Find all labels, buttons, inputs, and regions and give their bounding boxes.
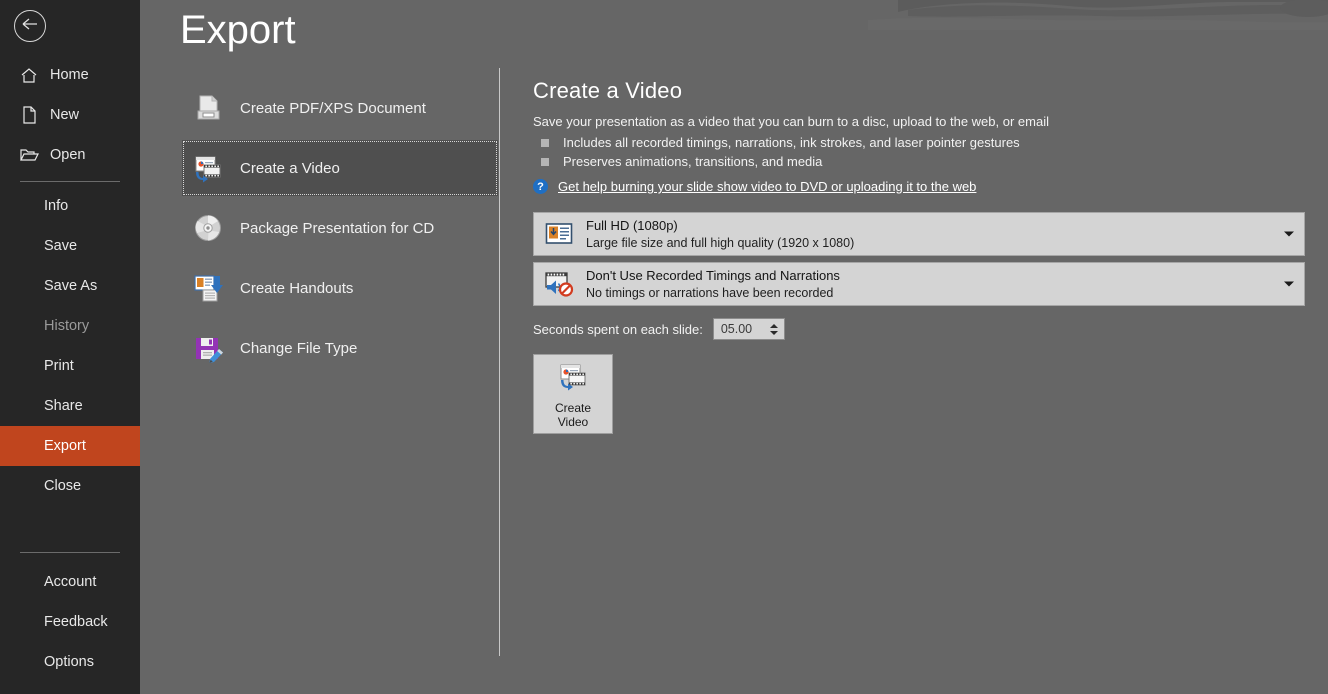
sidebar-item-label: Home xyxy=(50,67,89,83)
export-option-create-pdf-xps[interactable]: Create PDF/XPS Document xyxy=(182,80,498,136)
video-quality-dropdown[interactable]: Full HD (1080p) Large file size and full… xyxy=(533,212,1305,256)
create-video-button[interactable]: Create Video xyxy=(533,354,613,434)
sidebar-item-info[interactable]: Info xyxy=(0,186,140,226)
export-option-package-for-cd[interactable]: Package Presentation for CD xyxy=(182,200,498,256)
recorded-timings-primary: Don't Use Recorded Timings and Narration… xyxy=(586,267,840,283)
home-icon xyxy=(18,65,40,85)
create-video-button-line1: Create xyxy=(554,400,592,415)
chevron-down-icon[interactable] xyxy=(1284,281,1294,287)
sidebar-item-home[interactable]: Home xyxy=(0,55,140,95)
export-option-label: Package Presentation for CD xyxy=(240,219,435,237)
create-video-pane: Create a Video Save your presentation as… xyxy=(533,78,1313,434)
sidebar-item-print[interactable]: Print xyxy=(0,346,140,386)
back-arrow-icon xyxy=(21,17,39,36)
seconds-per-slide-label: Seconds spent on each slide: xyxy=(533,321,703,337)
spinner-up-icon[interactable] xyxy=(769,323,778,328)
change-file-type-icon xyxy=(190,330,226,366)
nav-primary-group: Home New Open xyxy=(0,55,140,175)
export-option-label: Change File Type xyxy=(240,339,358,357)
open-folder-icon xyxy=(18,145,40,165)
sidebar-item-options[interactable]: Options xyxy=(0,642,140,682)
nav-account-group: Account Feedback Options xyxy=(0,562,140,682)
sidebar-item-label: Export xyxy=(44,438,86,454)
feature-bullet-text: Preserves animations, transitions, and m… xyxy=(563,154,823,169)
bullet-square-icon xyxy=(541,158,549,166)
pdf-document-icon xyxy=(190,90,226,126)
export-option-create-handouts[interactable]: Create Handouts xyxy=(182,260,498,316)
seconds-per-slide-row: Seconds spent on each slide: 05.00 xyxy=(533,318,1313,340)
pane-divider xyxy=(499,68,500,656)
sidebar-item-label: Open xyxy=(50,147,86,163)
export-option-label: Create Handouts xyxy=(240,279,354,297)
sidebar-item-export[interactable]: Export xyxy=(0,426,140,466)
sidebar-item-label: History xyxy=(44,318,90,334)
export-option-change-file-type[interactable]: Change File Type xyxy=(182,320,498,376)
seconds-per-slide-stepper[interactable]: 05.00 xyxy=(712,318,785,340)
recorded-timings-dropdown[interactable]: Don't Use Recorded Timings and Narration… xyxy=(533,262,1305,306)
chevron-down-icon[interactable] xyxy=(1284,231,1294,237)
sidebar-item-account[interactable]: Account xyxy=(0,562,140,602)
create-video-icon xyxy=(556,360,590,397)
feature-bullet: Includes all recorded timings, narration… xyxy=(533,135,1313,150)
export-option-create-a-video[interactable]: Create a Video xyxy=(182,140,498,196)
nav-divider-top xyxy=(20,181,120,182)
export-option-label: Create a Video xyxy=(240,159,340,177)
feature-bullet: Preserves animations, transitions, and m… xyxy=(533,154,1313,169)
video-quality-icon xyxy=(544,219,574,249)
feature-bullet-text: Includes all recorded timings, narration… xyxy=(563,135,1020,150)
sidebar-item-history[interactable]: History xyxy=(0,306,140,346)
decorative-brush-band xyxy=(868,0,1328,30)
sidebar-item-share[interactable]: Share xyxy=(0,386,140,426)
question-help-icon: ? xyxy=(533,179,548,194)
sidebar-item-save[interactable]: Save xyxy=(0,226,140,266)
sidebar-item-label: Account xyxy=(44,574,97,590)
sidebar-item-label: Options xyxy=(44,654,94,670)
nav-secondary-group: Info Save Save As History Print Share Ex… xyxy=(0,186,140,506)
handouts-icon xyxy=(190,270,226,306)
no-narration-icon xyxy=(544,269,574,299)
cd-disc-icon xyxy=(190,210,226,246)
page-title: Export xyxy=(180,8,296,52)
help-link-row[interactable]: ? Get help burning your slide show video… xyxy=(533,179,1313,194)
sidebar-item-feedback[interactable]: Feedback xyxy=(0,602,140,642)
sidebar-item-label: Close xyxy=(44,478,82,494)
video-quality-secondary: Large file size and full high quality (1… xyxy=(586,235,855,250)
sidebar-item-label: Print xyxy=(44,358,74,374)
sidebar-item-save-as[interactable]: Save As xyxy=(0,266,140,306)
sidebar-item-label: New xyxy=(50,107,80,123)
sidebar-item-label: Feedback xyxy=(44,614,108,630)
export-option-label: Create PDF/XPS Document xyxy=(240,99,426,117)
spinner-down-icon[interactable] xyxy=(769,330,778,335)
sidebar-item-label: Save As xyxy=(44,278,98,294)
create-video-button-line2: Video xyxy=(557,414,589,429)
sidebar-item-new[interactable]: New xyxy=(0,95,140,135)
sidebar-item-close[interactable]: Close xyxy=(0,466,140,506)
pane-description: Save your presentation as a video that y… xyxy=(533,114,1049,129)
sidebar-item-label: Share xyxy=(44,398,83,414)
export-options-list: Create PDF/XPS Document Create a Video P… xyxy=(182,80,498,380)
recorded-timings-secondary: No timings or narrations have been recor… xyxy=(586,285,834,300)
create-video-icon xyxy=(190,150,226,186)
video-quality-primary: Full HD (1080p) xyxy=(586,217,678,233)
nav-divider-bottom xyxy=(20,552,120,553)
bullet-square-icon xyxy=(541,139,549,147)
pane-title: Create a Video xyxy=(533,78,683,103)
sidebar-item-label: Save xyxy=(44,238,78,254)
new-document-icon xyxy=(18,105,40,125)
seconds-per-slide-value[interactable]: 05.00 xyxy=(714,322,752,336)
sidebar-item-label: Info xyxy=(44,198,69,214)
help-link-text[interactable]: Get help burning your slide show video t… xyxy=(558,179,976,194)
back-button[interactable] xyxy=(14,10,46,42)
sidebar-item-open[interactable]: Open xyxy=(0,135,140,175)
backstage-navigation: Home New Open Info Save Save As History … xyxy=(0,0,140,694)
